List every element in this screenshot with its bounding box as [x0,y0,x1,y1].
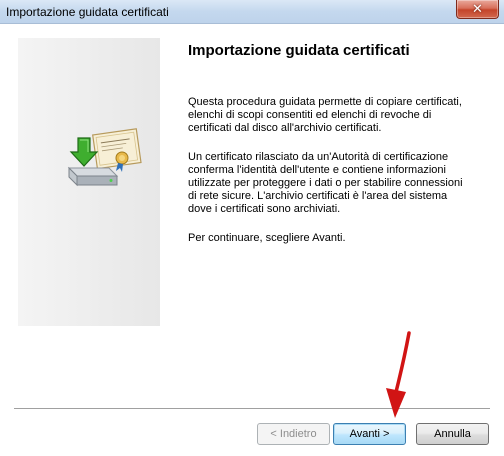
separator [14,408,490,410]
continue-instruction: Per continuare, scegliere Avanti. [188,232,346,244]
title-bar: Importazione guidata certificati ✕ [0,0,504,24]
cancel-button[interactable]: Annulla [416,423,489,445]
certificate-description-paragraph: Un certificato rilasciato da un'Autorità… [188,151,463,215]
wizard-heading: Importazione guidata certificati [188,42,410,59]
intro-paragraph: Questa procedura guidata permette di cop… [188,96,462,134]
close-icon: ✕ [472,1,483,17]
wizard-side-panel [18,38,160,326]
close-button[interactable]: ✕ [456,0,499,19]
red-arrow-icon [386,331,411,418]
back-button[interactable]: < Indietro [257,423,330,445]
certificate-import-icon [67,128,142,187]
window-title: Importazione guidata certificati [6,5,169,19]
next-button[interactable]: Avanti > [333,423,406,445]
